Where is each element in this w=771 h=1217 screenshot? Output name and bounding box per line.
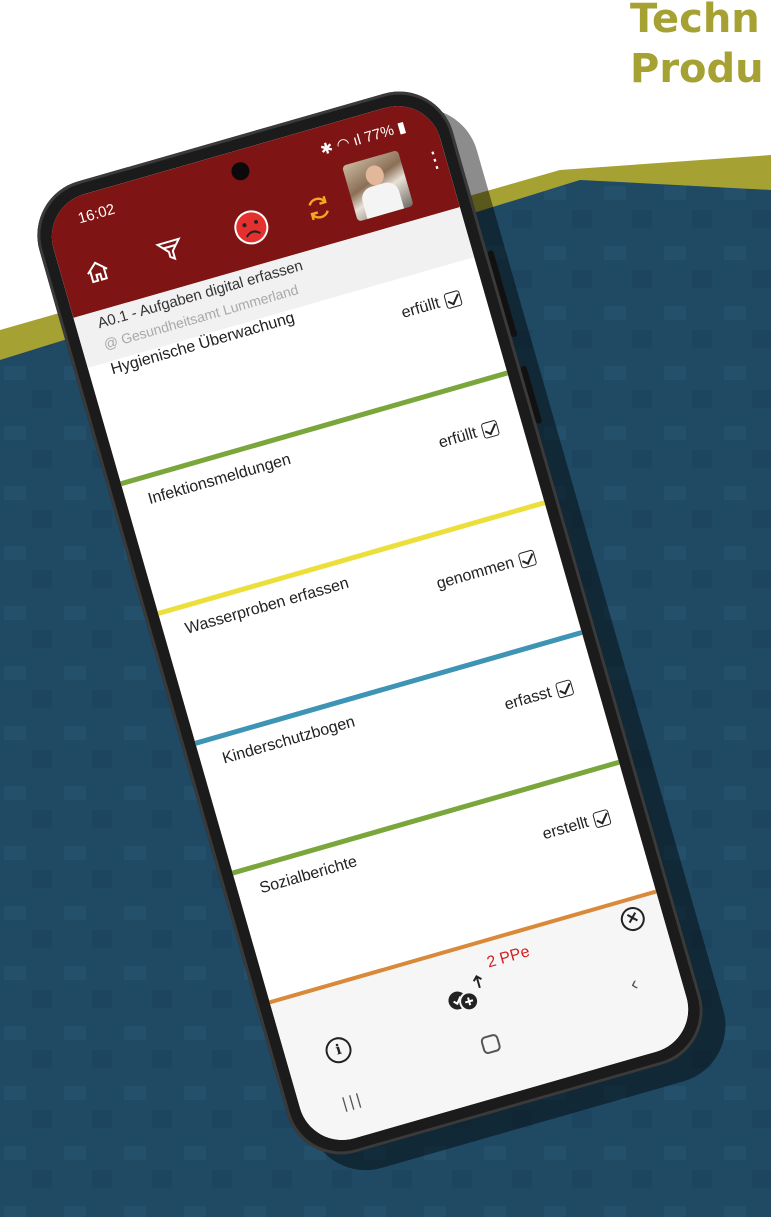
wifi-icon: ✱ ◠ ıl (318, 130, 368, 159)
task-status[interactable]: erfasst (503, 678, 575, 715)
checkbox-icon[interactable] (592, 808, 612, 829)
checkbox-icon[interactable] (554, 678, 575, 699)
task-status[interactable]: erfüllt (400, 289, 464, 323)
task-status[interactable]: genommen (435, 548, 538, 593)
more-vert-icon[interactable]: ⋮ (421, 145, 449, 175)
sync-icon[interactable] (294, 183, 343, 232)
checkbox-icon[interactable] (517, 549, 538, 570)
task-status[interactable]: erstellt (541, 808, 612, 844)
status-time: 16:02 (76, 200, 117, 228)
avatar[interactable] (341, 150, 414, 222)
checkbox-icon[interactable] (443, 289, 463, 310)
task-status[interactable]: erfüllt (437, 418, 501, 452)
sad-face-icon[interactable] (227, 203, 276, 252)
filter-icon[interactable] (146, 226, 195, 275)
checkbox-icon[interactable] (480, 419, 501, 440)
home-icon[interactable] (73, 247, 122, 296)
headline-text: Techn Produ (630, 0, 764, 92)
